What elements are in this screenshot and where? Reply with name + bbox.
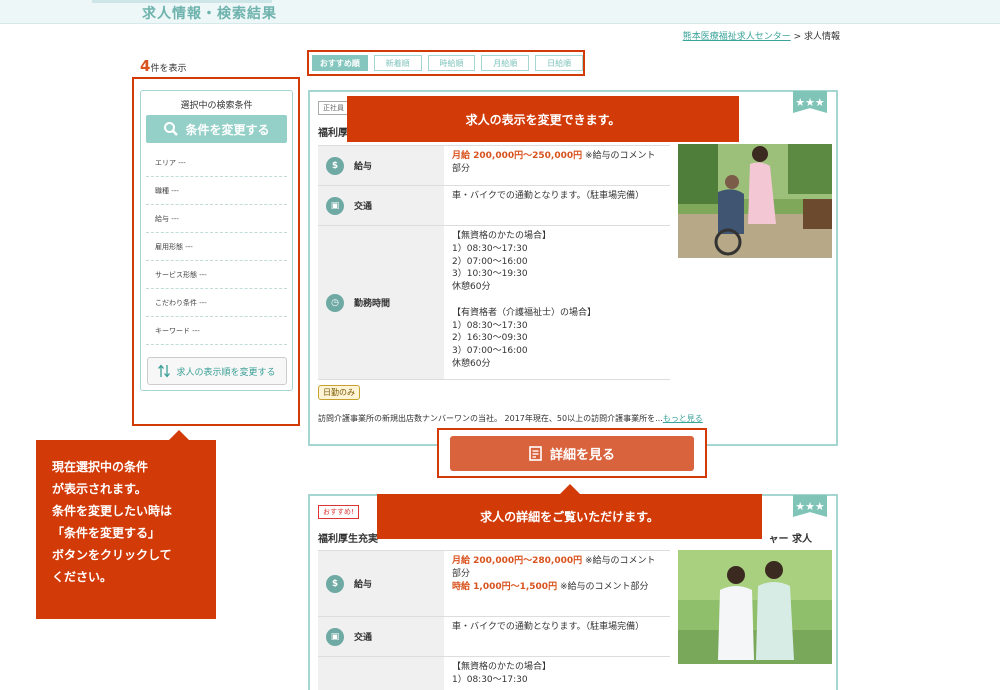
salary-label-text: 給与 bbox=[354, 162, 373, 172]
search-icon bbox=[164, 122, 179, 136]
hours-label-text: 勤務時間 bbox=[354, 299, 391, 309]
conditions-heading: 選択中の検索条件 bbox=[180, 101, 253, 111]
change-conditions-label: 条件を変更する bbox=[185, 122, 270, 137]
job-description: 訪問介護事業所の新規出店数ナンバーワンの当社。 2017年現在、50以上の訪問介… bbox=[318, 413, 703, 424]
salary-row: $ 給与 月給 200,000円〜250,000円 ※給与のコメント部分 bbox=[318, 146, 670, 186]
rating-ribbon-2: ★★★ bbox=[793, 495, 827, 517]
callout-detail-info: 求人の詳細をご覧いただけます。 bbox=[377, 484, 762, 539]
condition-preference: こだわり条件 --- bbox=[146, 289, 287, 317]
search-conditions-panel: 選択中の検索条件 条件を変更する エリア --- 職種 --- 給与 --- 雇… bbox=[140, 90, 293, 391]
job-title-2[interactable]: 福利厚生充実 bbox=[318, 530, 378, 545]
condition-area: エリア --- bbox=[146, 149, 287, 177]
result-count-number: 4 bbox=[140, 57, 151, 75]
salary-amount: 月給 200,000円〜250,000円 bbox=[452, 151, 583, 161]
condition-salary: 給与 --- bbox=[146, 205, 287, 233]
transport-label-text: 交通 bbox=[354, 202, 373, 212]
sort-tabs: おすすめ順 新着順 時給順 月給順 日給順 bbox=[307, 50, 585, 76]
job-title-2-tail: ャー 求人 bbox=[768, 534, 812, 545]
rating-ribbon: ★★★ bbox=[793, 91, 827, 113]
breadcrumb-home-link[interactable]: 熊本医療福祉求人センター bbox=[683, 32, 791, 42]
job-photo bbox=[678, 144, 832, 258]
transport-value: 車・バイクでの通勤となります。（駐車場完備） bbox=[452, 191, 645, 201]
salary-value-2: 月給 200,000円〜280,000円 ※給与のコメント部分 時給 1,000円… bbox=[444, 551, 670, 616]
hours-value-2: 【無資格のかたの場合】 1）08:30〜17:30 bbox=[452, 662, 552, 685]
salary-value: 月給 200,000円〜250,000円 ※給与のコメント部分 bbox=[444, 146, 670, 185]
condition-job-type: 職種 --- bbox=[146, 177, 287, 205]
salary-hourly-note: ※給与のコメント部分 bbox=[557, 581, 649, 592]
conditions-list: エリア --- 職種 --- 給与 --- 雇用形態 --- サービス形態 --… bbox=[146, 149, 287, 345]
yen-icon: $ bbox=[326, 156, 344, 175]
callout-conditions-info: 現在選択中の条件 が表示されます。 条件を変更したい時は 「条件を変更する」 ボ… bbox=[36, 430, 216, 619]
transport-label-2-text: 交通 bbox=[354, 633, 373, 643]
tab-daily[interactable]: 日給順 bbox=[535, 55, 584, 71]
recommended-badge: おすすめ! bbox=[318, 505, 359, 519]
hours-label-2 bbox=[318, 657, 444, 690]
train-icon: ▣ bbox=[326, 196, 344, 215]
salary-label: $ 給与 bbox=[318, 146, 444, 185]
yen-icon: $ bbox=[326, 574, 344, 593]
hours-value: 【無資格のかたの場合】 1）08:30〜17:30 2）07:00〜16:00 … bbox=[452, 231, 597, 369]
callout-sort-info: 求人の表示を変更できます。 bbox=[347, 96, 739, 142]
read-more-link[interactable]: もっと見る bbox=[663, 414, 703, 423]
page: 求人情報・検索結果 熊本医療福祉求人センター > 求人情報 4件を表示 おすすめ… bbox=[0, 0, 1000, 690]
transport-value-2: 車・バイクでの通勤となります。（駐車場完備） bbox=[452, 622, 645, 632]
change-sort-label: 求人の表示順を変更する bbox=[176, 367, 276, 378]
condition-employment: 雇用形態 --- bbox=[146, 233, 287, 261]
job-card: ★★★ 正社員 福利厚生 $ 給与 月給 200,000円〜250,000円 ※給… bbox=[308, 90, 838, 446]
sort-arrows-icon bbox=[158, 364, 171, 378]
breadcrumb: 熊本医療福祉求人センター > 求人情報 bbox=[683, 29, 840, 42]
view-details-label: 詳細を見る bbox=[549, 448, 615, 463]
transport-row: ▣ 交通 車・バイクでの通勤となります。（駐車場完備） bbox=[318, 186, 670, 226]
condition-service: サービス形態 --- bbox=[146, 261, 287, 289]
salary-hourly: 時給 1,000円〜1,500円 bbox=[452, 581, 558, 592]
tab-hourly[interactable]: 時給順 bbox=[427, 55, 476, 71]
change-conditions-button[interactable]: 条件を変更する bbox=[146, 115, 287, 143]
job-description-text: 訪問介護事業所の新規出店数ナンバーワンの当社。 2017年現在、50以上の訪問介… bbox=[318, 414, 663, 423]
condition-keyword: キーワード --- bbox=[146, 317, 287, 345]
employment-badge: 正社員 bbox=[318, 101, 349, 115]
hours-label: ◷ 勤務時間 bbox=[318, 226, 444, 379]
salary-label-2: $ 給与 bbox=[318, 551, 444, 616]
document-icon bbox=[529, 446, 542, 461]
day-shift-tag: 日勤のみ bbox=[318, 385, 360, 400]
salary-monthly: 月給 200,000円〜280,000円 bbox=[452, 556, 583, 566]
result-count-suffix: 件を表示 bbox=[150, 64, 187, 74]
transport-label-2: ▣ 交通 bbox=[318, 617, 444, 656]
salary-row-2: $ 給与 月給 200,000円〜280,000円 ※給与のコメント部分 時給 1,… bbox=[318, 551, 670, 617]
tab-monthly[interactable]: 月給順 bbox=[481, 55, 530, 71]
train-icon: ▣ bbox=[326, 627, 344, 646]
salary-label-2-text: 給与 bbox=[354, 580, 373, 590]
tab-newest[interactable]: 新着順 bbox=[373, 55, 422, 71]
result-count: 4件を表示 bbox=[140, 57, 186, 75]
job-photo-2 bbox=[678, 550, 832, 664]
page-title: 求人情報・検索結果 bbox=[142, 6, 277, 22]
hours-row-2: 【無資格のかたの場合】 1）08:30〜17:30 bbox=[318, 657, 670, 690]
view-details-button[interactable]: 詳細を見る bbox=[450, 436, 694, 471]
header-bar: 求人情報・検索結果 bbox=[0, 0, 1000, 24]
change-sort-button[interactable]: 求人の表示順を変更する bbox=[147, 357, 287, 385]
tab-recommended[interactable]: おすすめ順 bbox=[312, 55, 368, 71]
job-info-table-2: $ 給与 月給 200,000円〜280,000円 ※給与のコメント部分 時給 1,… bbox=[318, 550, 670, 690]
transport-label: ▣ 交通 bbox=[318, 186, 444, 225]
hours-row: ◷ 勤務時間 【無資格のかたの場合】 1）08:30〜17:30 2）07:00〜… bbox=[318, 226, 670, 380]
breadcrumb-current: 求人情報 bbox=[803, 32, 840, 42]
job-info-table: $ 給与 月給 200,000円〜250,000円 ※給与のコメント部分 ▣ 交通 … bbox=[318, 145, 670, 380]
transport-row-2: ▣ 交通 車・バイクでの通勤となります。（駐車場完備） bbox=[318, 617, 670, 657]
breadcrumb-separator: > bbox=[790, 32, 804, 42]
clock-icon: ◷ bbox=[326, 293, 344, 312]
